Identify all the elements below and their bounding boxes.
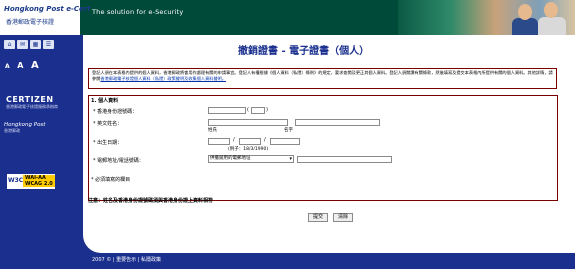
- certizen-logo[interactable]: CERTIZEN 香港郵政電子核證服務承辦商: [6, 95, 66, 115]
- sitemap-icon[interactable]: ▦: [30, 40, 41, 49]
- dob-day-input[interactable]: [208, 138, 230, 145]
- footer-links[interactable]: 2007 © | 重要告示 | 私隱政策: [92, 256, 161, 263]
- given-name-label: 名字: [284, 128, 293, 133]
- nav-icon-bar: ⌂ ✉ ▦ ☰: [4, 40, 54, 49]
- logo-title: Hongkong Post e-Cert: [4, 5, 91, 13]
- footer: [0, 253, 575, 269]
- hkid-input[interactable]: [208, 107, 246, 114]
- hkid-paren-close: ): [266, 107, 268, 113]
- section-title: 1. 個人資料: [91, 98, 119, 104]
- dob-month-input[interactable]: [239, 138, 261, 145]
- hongkong-post-ecert-logo[interactable]: Hongkong Post e-Cert 香港郵政電子核證: [0, 0, 91, 37]
- wcag-badge[interactable]: W3C WAI-AA WCAG 2.0: [6, 173, 56, 190]
- font-size-medium[interactable]: A: [17, 61, 23, 70]
- hkpost-subtitle: 香港郵政: [4, 128, 20, 133]
- warning-note: 注意：姓名及香港身份證號碼須與香港身份證上資料相符: [88, 198, 214, 204]
- font-size-small[interactable]: A: [5, 63, 10, 70]
- header-photo: [398, 0, 575, 35]
- wai-aa-label: WAI-AA WCAG 2.0: [23, 175, 55, 187]
- hkid-paren-open: (: [247, 107, 249, 113]
- privacy-notice: 登記人須在本表格內提供的個人資料，香港郵政將會用作處理有關的申請事宜。登記人有權…: [88, 68, 557, 89]
- mail-icon[interactable]: ✉: [17, 40, 28, 49]
- clear-button[interactable]: 清除: [333, 213, 353, 222]
- contact-select-value: 供撤銷用的電郵地址: [210, 156, 251, 161]
- surname-label: 姓氏: [208, 128, 217, 133]
- required-note: * 必須填寫的欄目: [91, 177, 131, 183]
- header-tagline: The solution for e-Security: [92, 8, 184, 16]
- contact-label: * 電郵地址/電話號碼：: [93, 158, 144, 164]
- contact-input[interactable]: [297, 156, 392, 163]
- hkid-label: * 香港身份證號碼：: [93, 109, 138, 115]
- dob-year-input[interactable]: [270, 138, 300, 145]
- chevron-down-icon: ▾: [289, 156, 292, 162]
- certizen-name: CERTIZEN: [6, 95, 54, 104]
- submit-button[interactable]: 提交: [308, 213, 328, 222]
- hongkong-post-logo[interactable]: Hongkong Post 香港郵政: [4, 122, 68, 134]
- surname-input[interactable]: [208, 119, 288, 126]
- personal-info-section: [88, 95, 558, 201]
- w3c-label: W3C: [8, 177, 24, 184]
- contact-type-select[interactable]: 供撤銷用的電郵地址 ▾: [208, 155, 294, 163]
- page-title: 撤銷證書 - 電子證書（個人）: [238, 46, 370, 57]
- certizen-subtitle: 香港郵政電子核證服務承辦商: [6, 104, 58, 109]
- font-size-selector: A A A: [5, 53, 41, 72]
- dob-separator: /: [233, 137, 235, 143]
- font-size-large[interactable]: A: [31, 60, 39, 71]
- dob-example: (例子：18/3/1990): [228, 147, 269, 152]
- dob-label: * 出生日期：: [93, 140, 123, 146]
- name-label: * 英文姓名：: [93, 121, 123, 127]
- given-name-input[interactable]: [295, 119, 380, 126]
- home-icon[interactable]: ⌂: [4, 40, 15, 49]
- privacy-policy-link[interactable]: 香港郵政電子核證個人資料（私隱）政策聲明及收集個人資料聲明。: [100, 76, 226, 81]
- dob-separator: /: [264, 137, 266, 143]
- menu-icon[interactable]: ☰: [43, 40, 54, 49]
- hkid-check-digit-input[interactable]: [251, 107, 265, 114]
- logo-subtitle: 香港郵政電子核證: [6, 19, 55, 26]
